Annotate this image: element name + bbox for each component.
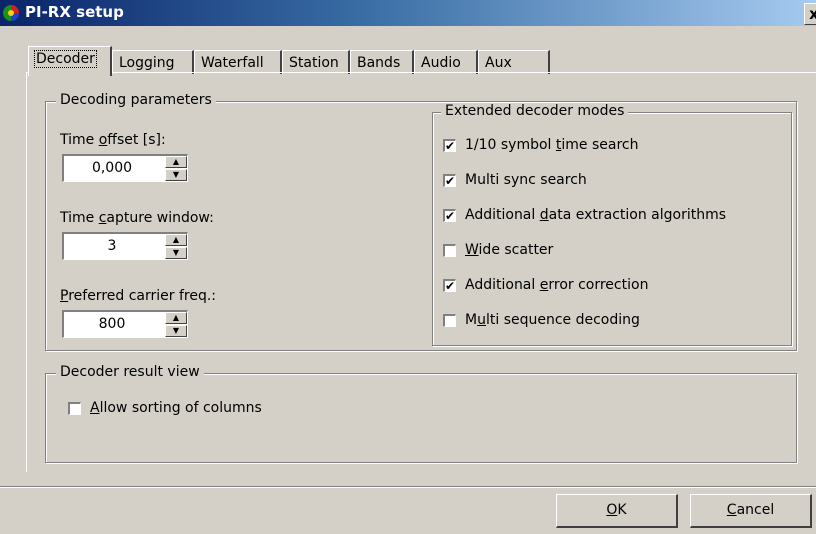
checkbox-box[interactable] — [68, 402, 81, 415]
title-bar[interactable]: PI-RX setup x — [0, 0, 816, 26]
window-title: PI-RX setup — [25, 3, 124, 21]
carrier-freq-up-button[interactable]: ▲ — [165, 312, 187, 324]
result-view-legend: Decoder result view — [56, 364, 204, 380]
time-offset-spinner[interactable]: 0,000 ▲ ▼ — [62, 154, 188, 182]
result-view-group: Decoder result view Allow sorting of col… — [45, 364, 797, 463]
extended-modes-group: Extended decoder modes ✔ 1/10 symbol tim… — [432, 103, 792, 346]
ok-button[interactable]: OK — [556, 494, 678, 528]
decoding-parameters-legend: Decoding parameters — [56, 92, 216, 108]
checkbox-box[interactable]: ✔ — [443, 139, 456, 152]
capture-window-up-button[interactable]: ▲ — [165, 234, 187, 246]
checkbox-box[interactable]: ✔ — [443, 279, 456, 292]
checkbox-box[interactable] — [443, 244, 456, 257]
extended-modes-legend: Extended decoder modes — [441, 103, 629, 119]
cancel-button[interactable]: Cancel — [690, 494, 812, 528]
decoder-page: Decoding parameters Time offset [s]: 0,0… — [26, 72, 816, 472]
time-offset-value[interactable]: 0,000 — [64, 156, 160, 180]
tab-audio[interactable]: Audio — [414, 50, 478, 74]
app-icon — [3, 5, 19, 21]
capture-window-spinner[interactable]: 3 ▲ ▼ — [62, 232, 188, 260]
tab-logging[interactable]: Logging — [112, 50, 194, 74]
carrier-freq-down-button[interactable]: ▼ — [165, 325, 187, 337]
time-offset-label: Time offset [s]: — [60, 132, 166, 148]
tab-station[interactable]: Station — [282, 50, 350, 74]
close-button[interactable]: x — [804, 3, 816, 25]
bottom-separator — [0, 486, 816, 488]
carrier-freq-value[interactable]: 800 — [64, 312, 160, 336]
carrier-freq-label: Preferred carrier freq.: — [60, 288, 217, 304]
checkbox-box[interactable]: ✔ — [443, 174, 456, 187]
time-offset-down-button[interactable]: ▼ — [165, 169, 187, 181]
decoding-parameters-group: Decoding parameters Time offset [s]: 0,0… — [45, 92, 797, 351]
tab-decoder[interactable]: Decoder — [28, 46, 112, 76]
checkbox-box[interactable] — [443, 314, 456, 327]
capture-window-label: Time capture window: — [60, 210, 214, 226]
time-offset-up-button[interactable]: ▲ — [165, 156, 187, 168]
tab-aux[interactable]: Aux — [478, 50, 550, 74]
setup-window: PI-RX setup x Decoder Logging Waterfall … — [0, 0, 816, 534]
capture-window-down-button[interactable]: ▼ — [165, 247, 187, 259]
checkbox-box[interactable]: ✔ — [443, 209, 456, 222]
carrier-freq-spinner[interactable]: 800 ▲ ▼ — [62, 310, 188, 338]
tab-bands[interactable]: Bands — [350, 50, 414, 74]
tab-waterfall[interactable]: Waterfall — [194, 50, 282, 74]
capture-window-value[interactable]: 3 — [64, 234, 160, 258]
